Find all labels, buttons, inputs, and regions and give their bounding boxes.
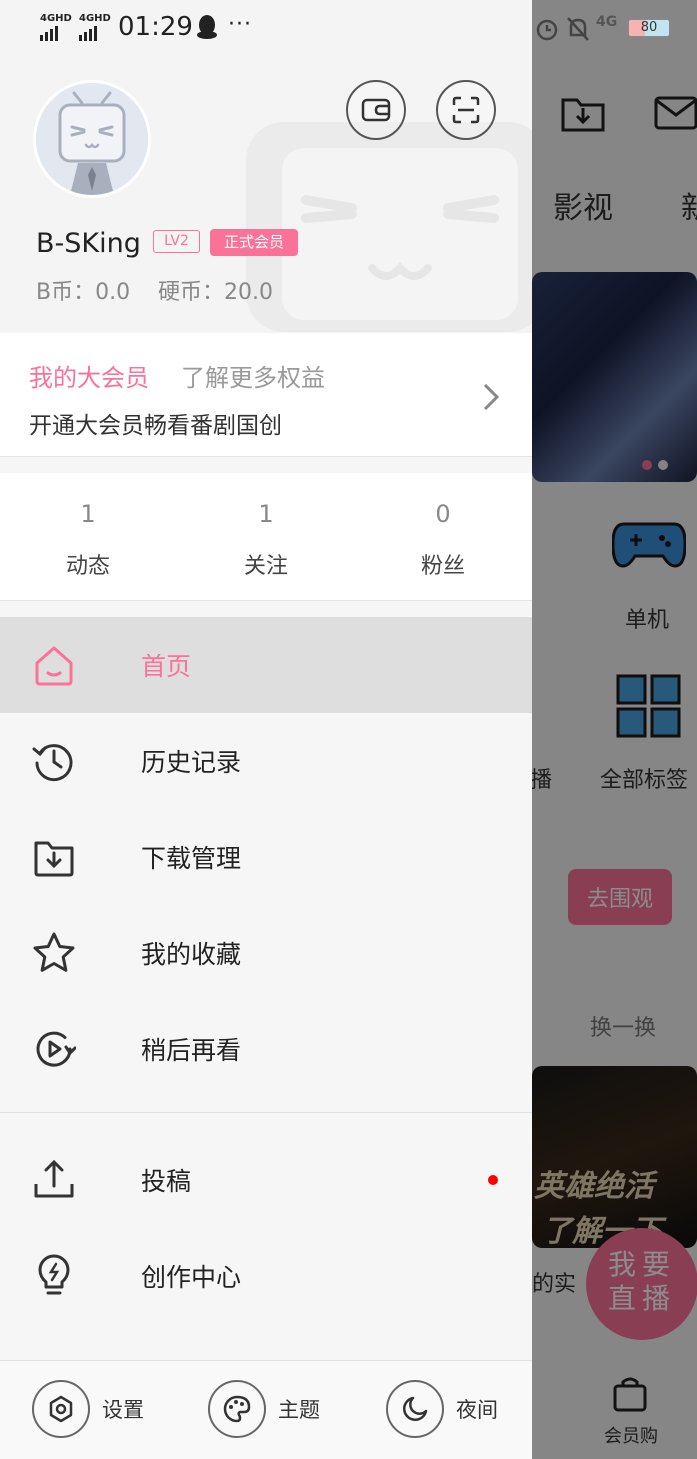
signal-1-label: 4GHD xyxy=(40,13,72,24)
vip-benefits-link[interactable]: 了解更多权益 xyxy=(181,358,325,393)
signal-bars-icon xyxy=(40,26,72,41)
home-icon xyxy=(35,646,73,686)
status-bar: 4GHD 4GHD 01:29 ··· 4G 80 xyxy=(0,0,697,58)
wallet-icon xyxy=(361,98,391,122)
stat-label: 关注 xyxy=(243,554,288,579)
menu-item-label: 创作中心 xyxy=(141,1263,242,1292)
signal-1: 4GHD xyxy=(40,14,72,41)
settings-circle xyxy=(32,1380,90,1438)
menu-item-label: 历史记录 xyxy=(141,748,242,777)
vip-description: 开通大会员畅看番剧国创 xyxy=(29,413,282,439)
night-label: 夜间 xyxy=(456,1398,498,1422)
palette-icon xyxy=(223,1395,251,1423)
star-icon xyxy=(33,932,75,972)
navigation-drawer: B-SKing LV2 正式会员 B币：0.0 硬币：20.0 我的大会员 了解… xyxy=(0,0,532,1459)
more-notifications-icon: ··· xyxy=(228,12,252,37)
stat-label: 粉丝 xyxy=(420,554,465,579)
scan-button[interactable] xyxy=(436,80,496,140)
stat-followers[interactable]: 0 粉丝 xyxy=(383,500,503,580)
signal-bars-icon xyxy=(79,26,111,41)
menu-item-upload[interactable]: 投稿 xyxy=(0,1132,532,1228)
settings-label: 设置 xyxy=(102,1398,144,1422)
menu-item-label: 稍后再看 xyxy=(141,1036,242,1065)
stat-value: 1 xyxy=(258,500,274,528)
vip-title: 我的大会员 xyxy=(29,364,149,392)
signal-2-label: 4GHD xyxy=(79,13,111,24)
network-type: 4G xyxy=(596,14,618,30)
alarm-icon xyxy=(536,19,558,41)
notification-dot xyxy=(488,1175,498,1185)
menu-item-watch-later[interactable]: 稍后再看 xyxy=(0,1001,532,1097)
watch-later-icon xyxy=(36,1031,76,1067)
night-mode-button[interactable]: 夜间 xyxy=(386,1380,498,1438)
coins-info: B币：0.0 硬币：20.0 xyxy=(36,280,274,305)
stat-following[interactable]: 1 关注 xyxy=(206,500,326,580)
menu-item-label: 投稿 xyxy=(141,1167,192,1196)
settings-button[interactable]: 设置 xyxy=(32,1380,144,1438)
menu-item-downloads[interactable]: 下载管理 xyxy=(0,809,532,905)
menu-item-label: 首页 xyxy=(141,652,192,681)
upload-icon xyxy=(34,1159,74,1198)
night-circle xyxy=(386,1380,444,1438)
menu-item-creator-center[interactable]: 创作中心 xyxy=(0,1228,532,1324)
menu-item-history[interactable]: 历史记录 xyxy=(0,713,532,809)
battery-icon: 80 xyxy=(627,18,671,38)
stat-value: 0 xyxy=(435,500,451,528)
history-icon xyxy=(32,744,73,782)
theme-button[interactable]: 主题 xyxy=(208,1380,320,1438)
download-folder-icon xyxy=(34,841,74,877)
username[interactable]: B-SKing xyxy=(36,228,141,259)
avatar[interactable] xyxy=(33,80,151,198)
theme-label: 主题 xyxy=(278,1398,320,1422)
menu-item-label: 下载管理 xyxy=(141,844,242,873)
mute-bell-icon xyxy=(567,17,589,41)
menu-item-home[interactable]: 首页 xyxy=(0,617,532,713)
clock: 01:29 xyxy=(118,12,193,42)
chevron-right-icon xyxy=(483,383,500,411)
level-badge: LV2 xyxy=(153,230,200,253)
scan-icon xyxy=(452,96,480,124)
signal-2: 4GHD xyxy=(79,14,111,41)
lightbulb-icon xyxy=(38,1254,70,1295)
stat-value: 1 xyxy=(80,500,96,528)
gear-icon xyxy=(49,1395,73,1423)
wallet-button[interactable] xyxy=(346,80,406,140)
qq-penguin-icon xyxy=(197,15,217,39)
member-status-badge: 正式会员 xyxy=(210,229,298,256)
moon-icon xyxy=(403,1396,428,1421)
stat-dynamics[interactable]: 1 动态 xyxy=(28,500,148,580)
menu-item-label: 我的收藏 xyxy=(141,940,242,969)
default-avatar-tv-icon xyxy=(36,83,148,195)
menu-divider xyxy=(0,1112,532,1113)
menu-item-favorites[interactable]: 我的收藏 xyxy=(0,905,532,1001)
stat-label: 动态 xyxy=(65,554,110,579)
theme-circle xyxy=(208,1380,266,1438)
